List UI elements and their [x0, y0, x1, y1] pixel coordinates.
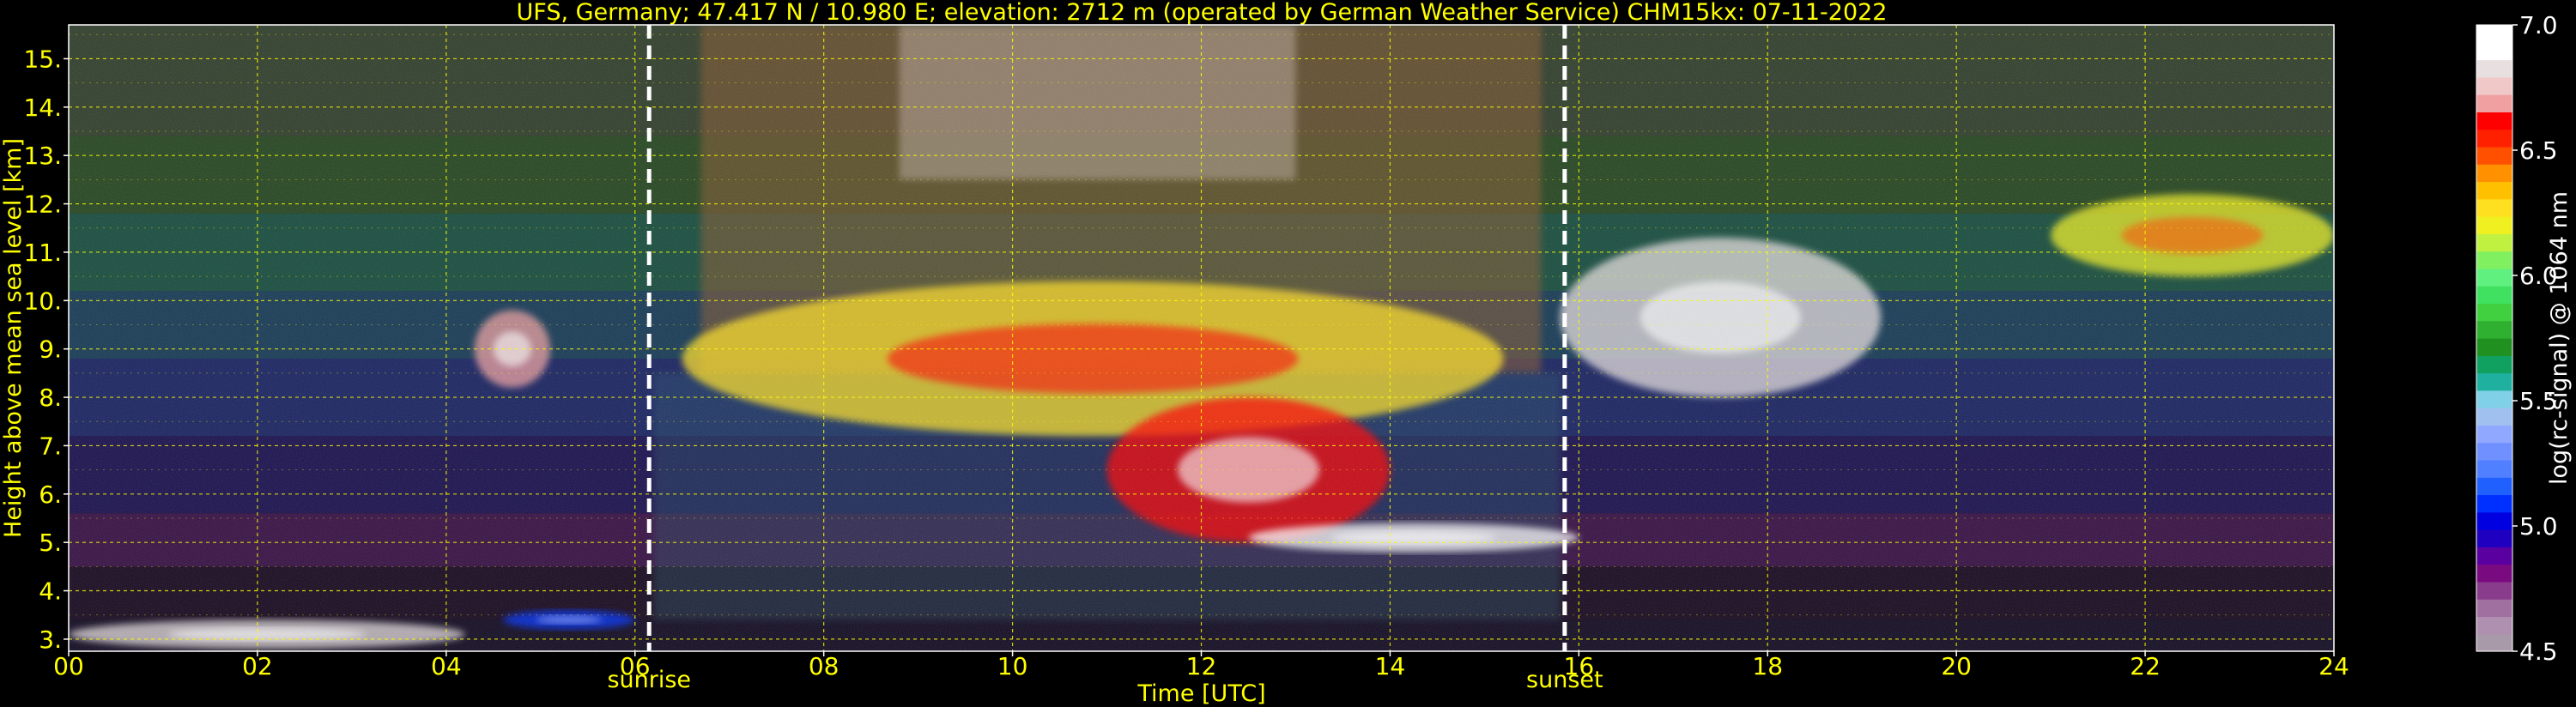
- x-tick-label: 12: [1186, 652, 1217, 680]
- colorbar-label: log(rc-signal) @ 1064 nm: [2546, 191, 2573, 485]
- sunset-label: sunset: [1526, 667, 1603, 693]
- colorbar-segment: [2476, 181, 2512, 200]
- colorbar-segment: [2476, 76, 2512, 95]
- x-axis-label: Time [UTC]: [1136, 680, 1265, 707]
- y-tick-label: 5.: [39, 529, 62, 557]
- colorbar-segment: [2476, 146, 2512, 165]
- colorbar-segment: [2476, 616, 2512, 635]
- y-tick-label: 7.: [39, 432, 62, 460]
- colorbar-segment: [2476, 442, 2512, 461]
- colorbar-segment: [2476, 198, 2512, 217]
- y-axis: 3. 4. 5. 6. 7. 8. 9. 10. 11. 12. 13. 14. 15.: [23, 45, 69, 654]
- colorbar-segment: [2476, 459, 2512, 478]
- colorbar-tick-label: 4.5: [2519, 638, 2558, 666]
- colorbar-segment: [2476, 268, 2512, 287]
- colorbar-segment: [2476, 303, 2512, 322]
- y-tick-label: 13.: [23, 142, 62, 170]
- x-tick-label: 00: [53, 652, 84, 680]
- colorbar-segment: [2476, 94, 2512, 112]
- x-tick-label: 02: [242, 652, 273, 680]
- y-tick-label: 3.: [39, 625, 62, 654]
- colorbar-tick-label: 6.5: [2519, 136, 2558, 165]
- colorbar-segment: [2476, 112, 2512, 130]
- chart-title: UFS, Germany; 47.417 N / 10.980 E; eleva…: [517, 0, 1888, 26]
- colorbar-segment: [2476, 286, 2512, 305]
- y-tick-label: 4.: [39, 577, 62, 606]
- colorbar-segment: [2476, 425, 2512, 444]
- colorbar-segment: [2476, 547, 2512, 565]
- x-axis: 00 02 04 06 08 10 12 14 16 18 20 22 24: [53, 651, 2349, 680]
- colorbar-segment: [2476, 564, 2512, 583]
- sunrise-label: sunrise: [607, 667, 691, 693]
- colorbar-segment: [2476, 338, 2512, 356]
- x-tick-label: 24: [2318, 652, 2349, 680]
- y-tick-label: 8.: [39, 384, 62, 412]
- colorbar-segment: [2476, 320, 2512, 339]
- sun-marker-labels: sunrise sunset: [607, 667, 1603, 693]
- colorbar-segment: [2476, 581, 2512, 600]
- x-tick-label: 10: [997, 652, 1028, 680]
- colorbar-segment: [2476, 633, 2512, 652]
- colorbar-segment: [2476, 529, 2512, 547]
- y-tick-label: 15.: [23, 45, 62, 73]
- colorbar-segment: [2476, 511, 2512, 530]
- colorbar-segment: [2476, 251, 2512, 269]
- x-tick-label: 04: [431, 652, 462, 680]
- y-tick-label: 14.: [23, 94, 62, 122]
- y-tick-label: 6.: [39, 480, 62, 509]
- colorbar-segment: [2476, 216, 2512, 234]
- ceilometer-chart: UFS, Germany; 47.417 N / 10.980 E; eleva…: [0, 0, 2573, 707]
- colorbar-segment: [2476, 372, 2512, 391]
- noise-overlay: [69, 25, 2334, 651]
- x-tick-label: 08: [809, 652, 839, 680]
- colorbar-segment: [2476, 42, 2512, 61]
- y-axis-label: Height above mean sea level [km]: [0, 138, 27, 538]
- colorbar-segment: [2476, 25, 2512, 43]
- y-tick-label: 10.: [23, 287, 62, 315]
- plot-area: [69, 25, 2334, 651]
- colorbar-segment: [2476, 233, 2512, 252]
- y-tick-label: 9.: [39, 335, 62, 364]
- x-tick-label: 22: [2130, 652, 2161, 680]
- colorbar-segment: [2476, 164, 2512, 183]
- colorbar-segment: [2476, 494, 2512, 513]
- y-tick-label: 11.: [23, 239, 62, 267]
- colorbar-tick-label: 7.0: [2519, 11, 2558, 39]
- y-tick-label: 12.: [23, 190, 62, 219]
- colorbar-segment: [2476, 477, 2512, 496]
- colorbar-segment: [2476, 129, 2512, 148]
- colorbar-segment: [2476, 390, 2512, 408]
- x-tick-label: 14: [1375, 652, 1406, 680]
- x-tick-label: 20: [1941, 652, 1972, 680]
- colorbar-segment: [2476, 408, 2512, 426]
- colorbar-segment: [2476, 59, 2512, 78]
- colorbar-tick-label: 5.0: [2519, 512, 2558, 541]
- colorbar-segment: [2476, 355, 2512, 374]
- colorbar-segment: [2476, 599, 2512, 618]
- x-tick-label: 18: [1752, 652, 1783, 680]
